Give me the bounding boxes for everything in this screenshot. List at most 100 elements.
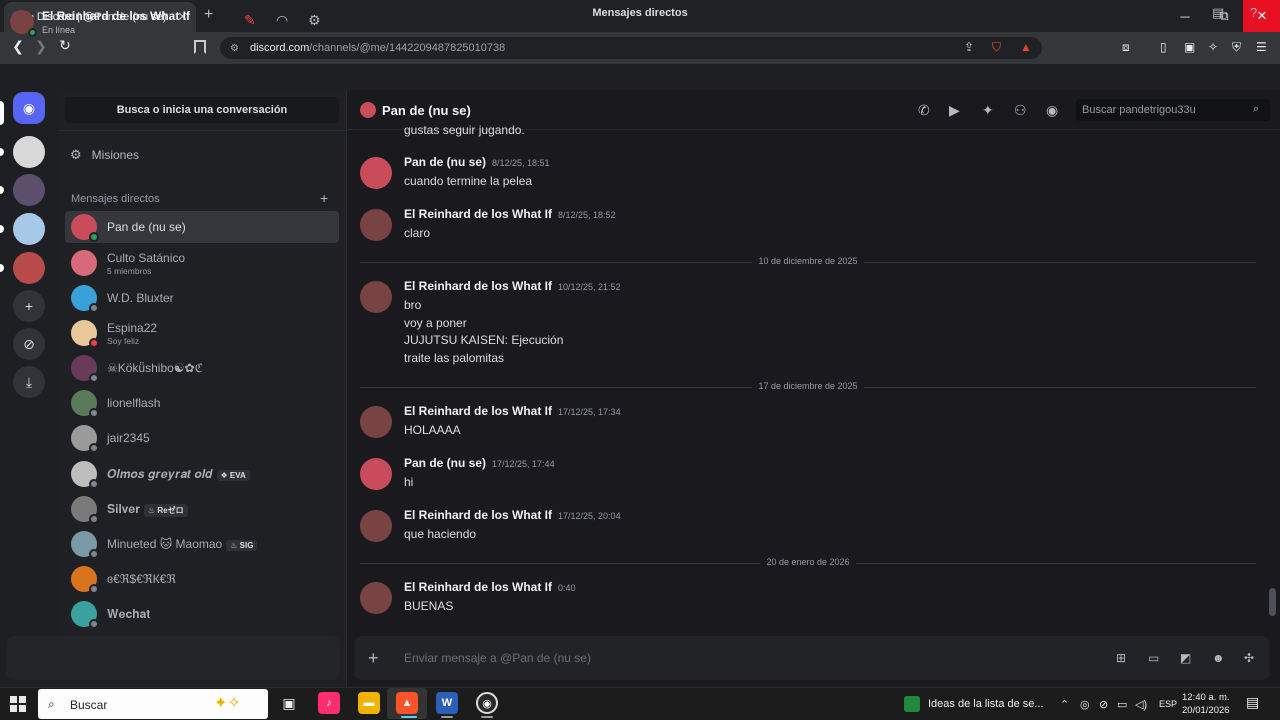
task-view-icon[interactable]: ▣: [278, 692, 300, 714]
menu-icon[interactable]: ☰: [1256, 40, 1267, 54]
dm-item[interactable]: 𝐒𝐢𝐥𝐯𝐞𝐫 ♨ Reゼロ: [65, 493, 339, 525]
voice-call-icon[interactable]: ✆: [918, 102, 930, 119]
discover-icon[interactable]: ⊘: [13, 328, 45, 360]
brave-rewards-icon[interactable]: ▲: [1020, 40, 1032, 54]
camera-icon[interactable]: ◎: [1080, 698, 1090, 711]
dm-item[interactable]: Espina22 Soy feliz: [65, 317, 339, 349]
message-avatar[interactable]: [360, 582, 392, 614]
notifications-icon[interactable]: ▤: [1246, 694, 1259, 711]
tiktok-app-icon[interactable]: ♪: [318, 692, 340, 714]
dm-item[interactable]: Culto Satánico 5 miembros: [65, 247, 339, 279]
message-avatar[interactable]: [360, 157, 392, 189]
add-server-icon[interactable]: +: [13, 290, 45, 322]
reload-icon[interactable]: ↻: [55, 37, 75, 54]
inbox-icon[interactable]: ▤: [1212, 5, 1224, 21]
dm-item[interactable]: Minueted 🐱 Maomao ♨ SIG: [65, 528, 339, 560]
message-author[interactable]: El Reinhard de los What If: [404, 508, 552, 522]
message-avatar[interactable]: [360, 510, 392, 542]
address-bar[interactable]: ⚙ discord.com/channels/@me/1442209487825…: [220, 37, 1042, 59]
brave-app-icon[interactable]: ▲: [396, 692, 418, 714]
forward-icon[interactable]: ❯: [31, 38, 51, 55]
user-profile-icon[interactable]: ◉: [1046, 102, 1058, 119]
dm-item[interactable]: Pan de (nu se): [65, 211, 339, 243]
dm-item[interactable]: ɞ€ℜ$€ℜК€ℜ: [65, 563, 339, 595]
chat-scrollbar[interactable]: [1269, 588, 1276, 616]
dm-avatar: [71, 390, 99, 418]
wallet-icon[interactable]: ▣: [1184, 40, 1195, 54]
network-icon[interactable]: ▭: [1117, 698, 1127, 711]
message-author[interactable]: El Reinhard de los What If: [404, 279, 552, 293]
message-author[interactable]: El Reinhard de los What If: [404, 207, 552, 221]
user-name[interactable]: El Reinhard de los What If: [42, 9, 190, 23]
dm-item[interactable]: ☠Kökü̈shibo☯✿ℭ: [65, 352, 339, 384]
chat-title[interactable]: Pan de (nu se): [382, 103, 471, 118]
server-icon-1[interactable]: [13, 136, 45, 168]
gif-icon[interactable]: ▭: [1148, 651, 1159, 665]
notes-app-icon[interactable]: [904, 696, 920, 712]
message-avatar[interactable]: [360, 406, 392, 438]
dm-item[interactable]: lionelflash: [65, 387, 339, 419]
chat-header-avatar[interactable]: [360, 102, 376, 118]
tray-chevron-icon[interactable]: ⌃: [1060, 698, 1069, 711]
attach-plus-icon[interactable]: +: [368, 648, 379, 669]
notes-app-label[interactable]: Ideas de la lista de se...: [928, 698, 1044, 710]
language-indicator[interactable]: ESP: [1159, 699, 1177, 709]
brave-shield-icon[interactable]: ⛉: [992, 40, 1001, 55]
message-author[interactable]: El Reinhard de los What If: [404, 580, 552, 594]
dm-item[interactable]: W.D. Bluxter: [65, 282, 339, 314]
bookmark-icon[interactable]: [194, 40, 206, 54]
windows-start-icon[interactable]: [10, 696, 26, 712]
screen-icon[interactable]: ⧈: [1122, 40, 1130, 55]
dm-item[interactable]: jair2345: [65, 422, 339, 454]
emoji-icon[interactable]: ☻: [1212, 651, 1225, 665]
dm-texts: Culto Satánico 5 miembros: [107, 251, 185, 276]
download-icon[interactable]: ⤓: [13, 366, 45, 398]
chat-search-input[interactable]: Buscar pandetrigou33u: [1076, 99, 1270, 121]
dm-item[interactable]: 𝐖𝐞𝐜𝐡𝐚𝐭: [65, 598, 339, 630]
clock-time: 12:40 a. m.: [1182, 692, 1230, 703]
site-info-icon[interactable]: ⚙: [230, 43, 242, 54]
server-icon-2[interactable]: [13, 174, 45, 206]
sidebar-toggle-icon[interactable]: ▯: [1160, 40, 1167, 54]
running-indicator: [481, 716, 493, 718]
message-author[interactable]: El Reinhard de los What If: [404, 404, 552, 418]
leo-ai-icon[interactable]: ✧: [1208, 40, 1218, 54]
video-call-icon[interactable]: ▶: [949, 102, 960, 119]
dm-item[interactable]: 𝑶𝒍𝒎𝒐𝒔 𝒈𝒓𝒆𝒚𝒓𝒂𝒕 𝒐𝒍𝒅 ❖ EVA: [65, 458, 339, 490]
mute-mic-icon[interactable]: ✎: [244, 12, 256, 29]
day-divider-label-wrap: 20 de enero de 2026: [360, 557, 1256, 567]
find-conversation-button[interactable]: Busca o inicia una conversación: [65, 97, 339, 123]
message-input[interactable]: Enviar mensaje a @Pan de (nu se): [404, 651, 591, 665]
network-off-icon[interactable]: ⊘: [1099, 698, 1108, 711]
dm-avatar: [71, 566, 99, 594]
dm-texts: 𝐒𝐢𝐥𝐯𝐞𝐫 ♨ Reゼロ: [107, 502, 188, 517]
word-app-icon[interactable]: W: [436, 692, 458, 714]
server-icon-3[interactable]: [13, 213, 45, 245]
help-icon[interactable]: ?: [1250, 5, 1257, 20]
message-author[interactable]: Pan de (nu se): [404, 155, 486, 169]
message-avatar[interactable]: [360, 281, 392, 313]
discord-home-icon[interactable]: ◉: [13, 92, 45, 124]
back-icon[interactable]: ❮: [8, 38, 28, 55]
create-dm-button[interactable]: +: [320, 190, 328, 206]
gift-icon[interactable]: ⊞: [1116, 651, 1126, 665]
add-friends-icon[interactable]: ⚇: [1014, 102, 1027, 119]
status-dot: [89, 408, 99, 418]
pin-icon[interactable]: ✦: [982, 102, 994, 119]
taskbar-clock[interactable]: 12:40 a. m. 20/01/2026: [1182, 691, 1230, 717]
share-icon[interactable]: ⇪: [964, 40, 974, 54]
apps-icon[interactable]: ✣: [1244, 651, 1254, 665]
server-icon-4[interactable]: [13, 252, 45, 284]
file-explorer-icon[interactable]: ▬: [358, 692, 380, 714]
settings-gear-icon[interactable]: ⚙: [308, 12, 321, 29]
missions-link[interactable]: ⚙ Misiones: [70, 147, 139, 163]
headphones-icon[interactable]: ◠: [276, 12, 288, 29]
message-avatar[interactable]: [360, 209, 392, 241]
vpn-icon[interactable]: ⛨: [1232, 40, 1241, 55]
message-avatar[interactable]: [360, 458, 392, 490]
message-author[interactable]: Pan de (nu se): [404, 456, 486, 470]
steam-app-icon[interactable]: ◉: [476, 692, 498, 714]
volume-icon[interactable]: ◁): [1135, 698, 1147, 711]
sticker-icon[interactable]: ◩: [1180, 651, 1191, 665]
dm-name: 𝐒𝐢𝐥𝐯𝐞𝐫 ♨ Reゼロ: [107, 502, 188, 517]
